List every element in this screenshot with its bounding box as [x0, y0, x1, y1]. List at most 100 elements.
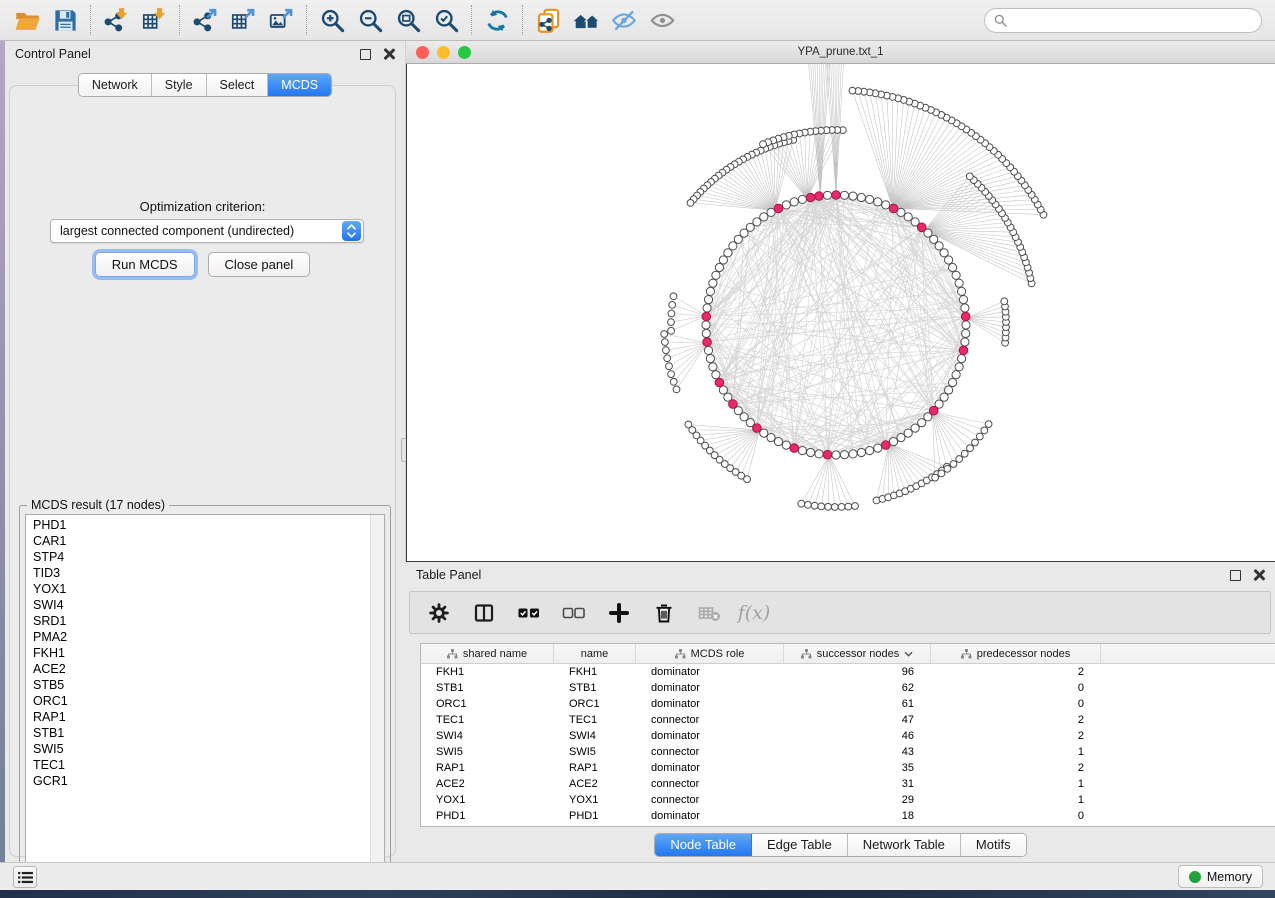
table-row[interactable]: SWI5SWI5connector431	[421, 744, 1275, 760]
tab-style[interactable]: Style	[152, 74, 207, 96]
cell-successor-nodes[interactable]: 18	[784, 808, 931, 824]
mcds-result-item[interactable]: PHD1	[33, 517, 369, 533]
zoom-selected-icon[interactable]	[427, 3, 465, 37]
cell-predecessor-nodes[interactable]: 2	[931, 664, 1101, 680]
cell-MCDS-role[interactable]: connector	[636, 776, 784, 792]
cell-successor-nodes[interactable]: 35	[784, 760, 931, 776]
cell-predecessor-nodes[interactable]: 0	[931, 680, 1101, 696]
cell-MCDS-role[interactable]: dominator	[636, 696, 784, 712]
tab-select[interactable]: Select	[207, 74, 269, 96]
cell-shared-name[interactable]: ORC1	[421, 696, 554, 712]
table-row[interactable]: TEC1TEC1connector472	[421, 712, 1275, 728]
mcds-result-item[interactable]: STB1	[33, 725, 369, 741]
close-table-panel-icon[interactable]	[1253, 569, 1265, 581]
import-table-icon[interactable]	[135, 3, 173, 37]
tab-node-table[interactable]: Node Table	[655, 834, 752, 856]
float-table-panel-icon[interactable]	[1230, 570, 1241, 581]
cell-shared-name[interactable]: RAP1	[421, 760, 554, 776]
mcds-list-scrollbar[interactable]	[370, 515, 384, 876]
cell-shared-name[interactable]: FKH1	[421, 664, 554, 680]
mcds-result-item[interactable]: PMA2	[33, 629, 369, 645]
cell-name[interactable]: RAP1	[554, 760, 636, 776]
mcds-result-item[interactable]: TEC1	[33, 757, 369, 773]
network-canvas[interactable]	[406, 64, 1275, 562]
table-row[interactable]: ACE2ACE2connector311	[421, 776, 1275, 792]
import-network-icon[interactable]	[97, 3, 135, 37]
show-column-icon[interactable]	[469, 598, 499, 628]
cell-name[interactable]: FKH1	[554, 664, 636, 680]
hide-selected-icon[interactable]	[605, 3, 643, 37]
cell-successor-nodes[interactable]: 62	[784, 680, 931, 696]
optimization-criterion-select[interactable]: largest connected component (undirected)	[50, 219, 364, 243]
cell-MCDS-role[interactable]: dominator	[636, 808, 784, 824]
cell-successor-nodes[interactable]: 96	[784, 664, 931, 680]
duplicate-network-icon[interactable]	[529, 3, 567, 37]
mcds-result-item[interactable]: RAP1	[33, 709, 369, 725]
mcds-result-item[interactable]: STP4	[33, 549, 369, 565]
cell-name[interactable]: ORC1	[554, 696, 636, 712]
cell-name[interactable]: YOX1	[554, 792, 636, 808]
cell-MCDS-role[interactable]: connector	[636, 744, 784, 760]
export-image-icon[interactable]	[262, 3, 300, 37]
tab-edge-table[interactable]: Edge Table	[752, 834, 848, 856]
tab-mcds[interactable]: MCDS	[268, 74, 331, 96]
cell-name[interactable]: TEC1	[554, 712, 636, 728]
column-header-name[interactable]: name	[554, 644, 636, 663]
mcds-result-item[interactable]: GCR1	[33, 773, 369, 789]
memory-button[interactable]: Memory	[1178, 865, 1263, 888]
add-column-icon[interactable]	[604, 598, 634, 628]
export-table-icon[interactable]	[224, 3, 262, 37]
close-panel-icon[interactable]	[383, 48, 395, 60]
tab-network-table[interactable]: Network Table	[848, 834, 961, 856]
column-header-MCDS-role[interactable]: MCDS role	[636, 644, 784, 663]
tab-motifs[interactable]: Motifs	[961, 834, 1026, 856]
save-session-icon[interactable]	[46, 3, 84, 37]
select-all-columns-icon[interactable]	[514, 598, 544, 628]
cell-successor-nodes[interactable]: 43	[784, 744, 931, 760]
float-panel-icon[interactable]	[360, 49, 371, 60]
first-neighbors-icon[interactable]	[567, 3, 605, 37]
cell-name[interactable]: STB1	[554, 680, 636, 696]
zoom-in-icon[interactable]	[313, 3, 351, 37]
cell-shared-name[interactable]: ACE2	[421, 776, 554, 792]
cell-predecessor-nodes[interactable]: 0	[931, 808, 1101, 824]
unselect-all-columns-icon[interactable]	[559, 598, 589, 628]
cell-successor-nodes[interactable]: 61	[784, 696, 931, 712]
cell-predecessor-nodes[interactable]: 1	[931, 776, 1101, 792]
show-all-icon[interactable]	[643, 3, 681, 37]
close-panel-button[interactable]: Close panel	[208, 252, 311, 277]
cell-name[interactable]: SWI5	[554, 744, 636, 760]
cell-MCDS-role[interactable]: dominator	[636, 728, 784, 744]
cell-MCDS-role[interactable]: dominator	[636, 760, 784, 776]
search-input[interactable]	[1007, 11, 1261, 31]
cell-predecessor-nodes[interactable]: 1	[931, 792, 1101, 808]
cell-name[interactable]: ACE2	[554, 776, 636, 792]
mcds-result-item[interactable]: YOX1	[33, 581, 369, 597]
node-table-header[interactable]: shared namenameMCDS rolesuccessor nodesp…	[421, 644, 1275, 664]
task-history-button[interactable]	[13, 866, 37, 888]
cell-predecessor-nodes[interactable]: 2	[931, 712, 1101, 728]
cell-MCDS-role[interactable]: dominator	[636, 664, 784, 680]
mcds-result-item[interactable]: TID3	[33, 565, 369, 581]
mcds-result-item[interactable]: SRD1	[33, 613, 369, 629]
table-row[interactable]: FKH1FKH1dominator962	[421, 664, 1275, 680]
table-row[interactable]: PHD1PHD1dominator180	[421, 808, 1275, 824]
cell-predecessor-nodes[interactable]: 0	[931, 696, 1101, 712]
network-graph[interactable]	[407, 64, 1274, 561]
traffic-light-close[interactable]	[416, 46, 429, 59]
search-box[interactable]	[984, 8, 1262, 33]
cell-MCDS-role[interactable]: connector	[636, 792, 784, 808]
cell-shared-name[interactable]: SWI4	[421, 728, 554, 744]
network-window-titlebar[interactable]: YPA_prune.txt_1	[406, 41, 1275, 64]
table-row[interactable]: YOX1YOX1connector291	[421, 792, 1275, 808]
mcds-result-list[interactable]: PHD1CAR1STP4TID3YOX1SWI4SRD1PMA2FKH1ACE2…	[25, 514, 385, 877]
cell-MCDS-role[interactable]: connector	[636, 712, 784, 728]
cell-successor-nodes[interactable]: 46	[784, 728, 931, 744]
column-header-successor-nodes[interactable]: successor nodes	[784, 644, 931, 663]
mcds-result-item[interactable]: SWI5	[33, 741, 369, 757]
mcds-result-item[interactable]: SWI4	[33, 597, 369, 613]
cell-successor-nodes[interactable]: 29	[784, 792, 931, 808]
mcds-result-item[interactable]: CAR1	[33, 533, 369, 549]
cell-shared-name[interactable]: SWI5	[421, 744, 554, 760]
mcds-result-item[interactable]: FKH1	[33, 645, 369, 661]
